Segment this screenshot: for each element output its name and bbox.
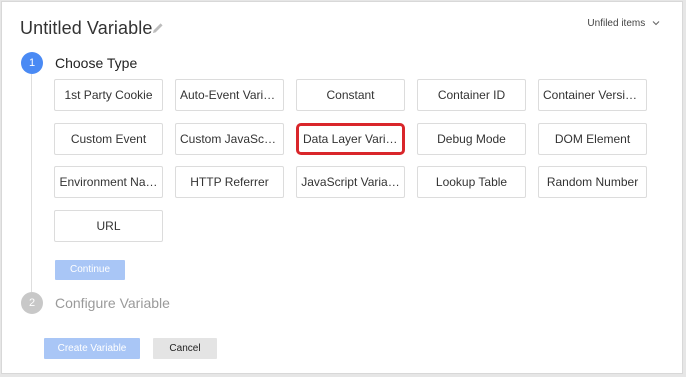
variable-type-tile[interactable]: Constant [296,79,405,111]
variable-type-tile[interactable]: URL [54,210,163,242]
variable-type-tile[interactable]: Custom Event [54,123,163,155]
variable-type-tile[interactable]: Container ID [417,79,526,111]
variable-type-tile[interactable]: Environment Na… [54,166,163,198]
step-2-indicator: 2 [21,292,43,314]
variable-type-tile[interactable]: Lookup Table [417,166,526,198]
variable-type-tile[interactable]: Data Layer Varia… [296,123,405,155]
variable-type-tile[interactable]: Custom JavaScri… [175,123,284,155]
variable-type-tile[interactable]: HTTP Referrer [175,166,284,198]
variable-type-tile[interactable]: Auto-Event Varia… [175,79,284,111]
step-1-indicator: 1 [21,52,43,74]
step-connector-line [31,74,32,292]
folder-label: Unfiled items [587,18,646,29]
variable-title[interactable]: Untitled Variable [20,18,152,39]
chevron-down-icon [652,21,660,26]
continue-button[interactable]: Continue [55,260,125,280]
variable-editor-panel: Untitled Variable Unfiled items 1 Choose… [1,1,683,374]
variable-type-tile[interactable]: Debug Mode [417,123,526,155]
create-variable-button[interactable]: Create Variable [44,338,140,359]
variable-type-tile[interactable]: Random Number [538,166,647,198]
variable-type-tile[interactable]: 1st Party Cookie [54,79,163,111]
step-2-label[interactable]: Configure Variable [55,295,170,311]
folder-dropdown[interactable]: Unfiled items [587,18,660,29]
cancel-button[interactable]: Cancel [153,338,217,359]
step-1-label: Choose Type [55,55,138,71]
variable-type-tile[interactable]: Container Versio… [538,79,647,111]
variable-type-tile[interactable]: JavaScript Varia… [296,166,405,198]
variable-type-tile[interactable]: DOM Element [538,123,647,155]
pencil-icon[interactable] [152,22,164,34]
